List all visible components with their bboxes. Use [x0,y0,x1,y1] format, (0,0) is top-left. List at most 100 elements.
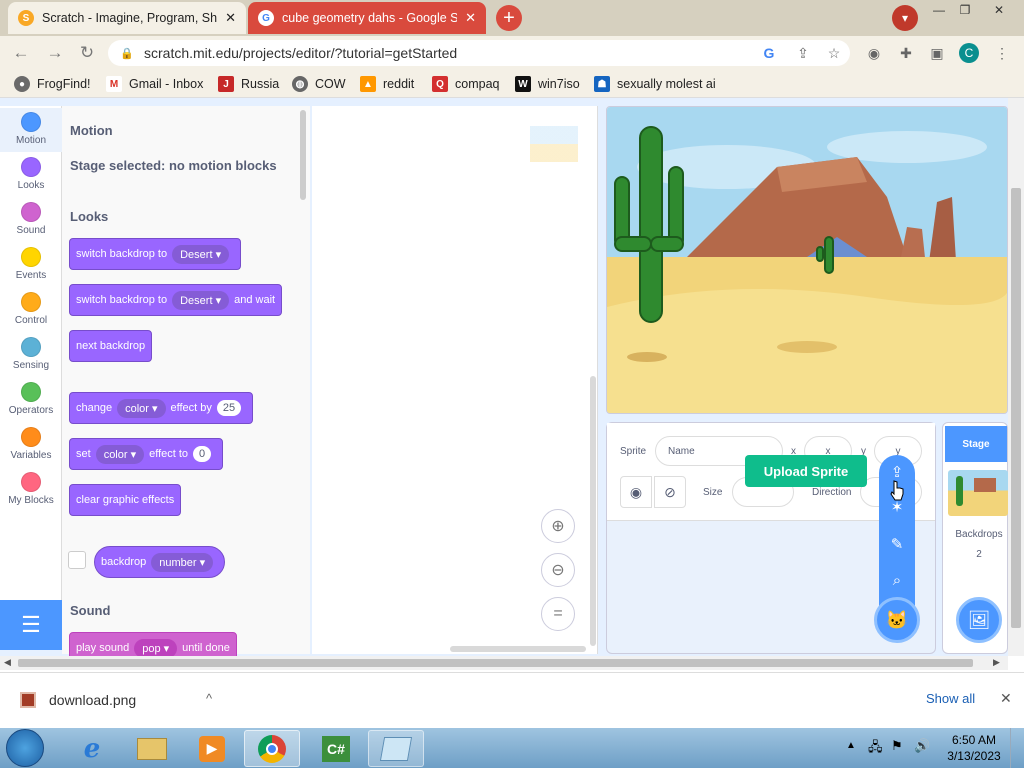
block-change-effect[interactable]: change color ▾ effect by 25 [69,392,254,424]
show-sprite-eye-icon[interactable]: ◉ [620,476,652,508]
zoom-out-button[interactable]: ⊖ [541,553,575,587]
category-my-blocks[interactable]: My Blocks [0,468,62,512]
desert-backdrop [607,107,1007,413]
close-tab-icon[interactable]: ✕ [465,10,476,26]
category-looks[interactable]: Looks [0,153,62,197]
category-control[interactable]: Control [0,288,62,332]
zoom-in-button[interactable]: ⊕ [541,509,575,543]
block-switch-backdrop-wait[interactable]: switch backdrop to Desert ▾ and wait [69,284,283,316]
category-events[interactable]: Events [0,243,62,287]
palette-scrollbar[interactable] [300,110,306,200]
stage-canvas[interactable] [606,106,1008,414]
backdrop-dropdown[interactable]: Desert ▾ [172,290,230,310]
code-vertical-scrollbar[interactable] [590,376,596,646]
category-variables[interactable]: Variables [0,423,62,467]
media-player-icon[interactable]: ▶ [184,730,240,767]
minimize-button[interactable]: — [928,2,950,18]
my-blocks-icon [21,472,41,492]
new-tab-button[interactable]: + [496,5,522,31]
action-center-flag-icon[interactable]: ⚑ [891,738,903,754]
backdrop-dropdown[interactable]: Desert ▾ [172,244,230,264]
block-switch-backdrop[interactable]: switch backdrop to Desert ▾ [69,238,242,270]
show-desktop-button[interactable] [1010,728,1024,768]
bookmark-ai[interactable]: ☗ sexually molest ai [594,76,716,92]
notepad-icon[interactable] [368,730,424,767]
page-vertical-scrollbar[interactable] [1008,98,1024,656]
bookmark-frogfind[interactable]: ● FrogFind! [14,76,91,92]
block-set-effect[interactable]: set color ▾ effect to 0 [69,438,224,470]
bookmark-compaq[interactable]: Qcompaq [432,76,499,92]
clock-date[interactable]: 3/13/2023 [944,749,1004,763]
russia-site-icon: J [218,76,234,92]
forward-button[interactable]: → [44,42,66,64]
chrome-taskbar-icon[interactable] [244,730,300,767]
close-window-button[interactable]: ✕ [988,2,1010,18]
backdrop-attr-dropdown[interactable]: number ▾ [151,552,214,572]
code-horizontal-scrollbar[interactable] [450,646,586,652]
bookmark-russia[interactable]: J Russia [218,76,279,92]
bookmark-cow[interactable]: ◍ COW [292,76,346,92]
download-chevron-icon[interactable]: ^ [206,691,212,706]
close-tab-icon[interactable]: ✕ [225,10,236,26]
sound-heading: Sound [70,603,111,618]
block-next-backdrop[interactable]: next backdrop [69,330,153,362]
choose-backdrop-button[interactable]: 🖼 [956,597,1002,643]
search-sprite-icon[interactable]: ⌕ [882,565,912,595]
stage-backdrop-thumbnail[interactable] [948,470,1008,516]
block-clear-effects[interactable]: clear graphic effects [69,484,182,516]
back-button[interactable]: ← [10,42,32,64]
frog-icon: ● [14,76,30,92]
share-icon[interactable]: ⇪ [794,44,812,62]
motion-note: Stage selected: no motion blocks [70,158,277,173]
category-motion[interactable]: Motion [0,108,62,152]
category-sensing[interactable]: Sensing [0,333,62,377]
tab-title: cube geometry dahs - Google Search [282,11,458,25]
extensions-puzzle-icon[interactable]: ✚ [897,44,915,62]
bookmark-reddit[interactable]: ▲ reddit [360,76,414,92]
tab-scratch[interactable]: S Scratch - Imagine, Program, Share ✕ [8,2,246,34]
hide-sprite-eye-icon[interactable]: ⊘ [654,476,686,508]
category-operators[interactable]: Operators [0,378,62,422]
internet-explorer-icon[interactable]: e [64,730,120,767]
category-sound[interactable]: Sound [0,198,62,242]
csharp-ide-icon[interactable]: C# [308,730,364,767]
zoom-reset-button[interactable]: = [541,597,575,631]
tab-google-search[interactable]: G cube geometry dahs - Google Search ✕ [248,2,486,34]
volume-icon[interactable]: 🔊 [914,738,930,754]
choose-sprite-button[interactable]: 🐱 [874,597,920,643]
effect-amount-input[interactable]: 25 [216,400,242,416]
side-panel-icon[interactable]: ▣ [928,44,946,62]
sound-dropdown[interactable]: pop ▾ [134,638,178,658]
network-icon[interactable]: 🖧 [868,738,883,760]
url-text[interactable]: scratch.mit.edu/projects/editor/?tutoria… [144,45,457,61]
lock-icon[interactable]: 🔒 [120,47,134,60]
image-file-icon [20,692,36,708]
tray-overflow-icon[interactable]: ▲ [846,740,856,751]
bookmark-win7iso[interactable]: Wwin7iso [515,76,580,92]
extension-icon[interactable]: ◉ [865,44,883,62]
reload-button[interactable]: ↻ [76,42,98,64]
add-extension-button[interactable]: ☰ [0,600,62,650]
effect-dropdown[interactable]: color ▾ [117,398,166,418]
effect-value-input[interactable]: 0 [193,446,212,462]
profile-avatar[interactable]: C [959,43,979,63]
paint-brush-icon[interactable]: ✎ [882,529,912,559]
google-lens-icon[interactable]: G [760,44,778,62]
effect-dropdown[interactable]: color ▾ [95,444,145,464]
bookmark-gmail[interactable]: M Gmail - Inbox [106,76,203,92]
restore-button[interactable]: ❐ [954,2,976,18]
size-label: Size [703,487,723,498]
start-button[interactable] [6,729,44,767]
menu-kebab-icon[interactable]: ⋮ [993,44,1011,62]
download-filename[interactable]: download.png [49,692,136,708]
close-downloads-icon[interactable]: ✕ [1000,690,1012,707]
backdrop-monitor-checkbox[interactable] [68,551,86,569]
page-horizontal-scrollbar[interactable]: ◀ ▶ [0,656,1008,670]
file-explorer-icon[interactable] [124,730,180,767]
tab-search-button[interactable]: ▾ [892,5,918,31]
block-backdrop-reporter[interactable]: backdrop number ▾ [94,546,226,578]
clock-time[interactable]: 6:50 AM [948,733,1000,747]
address-bar[interactable]: 🔒 scratch.mit.edu/projects/editor/?tutor… [108,40,850,66]
bookmark-star-icon[interactable]: ☆ [825,44,843,62]
show-all-link[interactable]: Show all [926,691,975,706]
